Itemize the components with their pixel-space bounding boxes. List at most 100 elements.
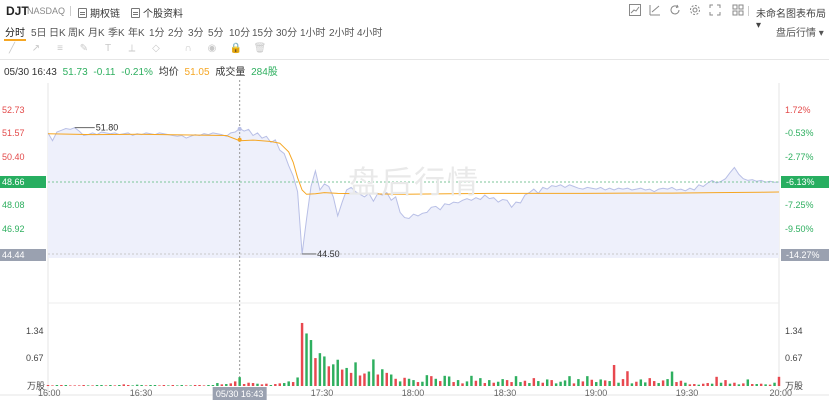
stock-profile-icon <box>131 7 140 18</box>
volume-bar-14 <box>109 385 112 386</box>
trash-icon[interactable]: 🗑 <box>252 42 268 56</box>
volume-bar-146 <box>697 384 700 386</box>
volume-bar-132 <box>635 381 638 386</box>
ray-tool-icon[interactable]: ↗ <box>28 42 44 56</box>
volume-bar-145 <box>693 384 696 386</box>
volume-bar-42 <box>233 381 237 386</box>
time-tick-7: 19:30 <box>676 388 699 398</box>
volume-bar-58 <box>305 333 308 386</box>
volume-bar-161 <box>764 384 767 386</box>
volume-bar-57 <box>300 322 304 386</box>
settings-gear-icon[interactable] <box>688 4 701 17</box>
tab-period-9[interactable]: 3分 <box>188 24 204 39</box>
volume-bar-115 <box>559 381 562 386</box>
line-tool-icon[interactable]: ╱ <box>4 42 20 56</box>
pct-tick-2: -2.77% <box>785 152 814 162</box>
volume-bar-18 <box>127 385 130 386</box>
price-tick-2: 50.40 <box>2 152 25 162</box>
volume-bar-82 <box>412 380 415 386</box>
tab-period-8[interactable]: 2分 <box>168 24 184 39</box>
lock-icon[interactable]: 🔒 <box>228 42 244 56</box>
volume-bar-113 <box>550 380 553 386</box>
volume-bar-158 <box>751 384 754 386</box>
layout-divider <box>748 6 749 16</box>
volume-bar-90 <box>447 376 451 386</box>
tab-period-7[interactable]: 1分 <box>149 24 165 39</box>
crosshair-avg-dot <box>237 137 242 142</box>
layout-name: 未命名图表布局 <box>756 9 826 20</box>
grid-layout-icon[interactable] <box>731 4 744 17</box>
volume-bar-35 <box>202 385 206 386</box>
measure-tool-icon[interactable]: ⟂ <box>124 42 140 56</box>
stock-profile-link[interactable]: 个股资料 <box>131 5 183 20</box>
tab-period-11[interactable]: 10分 <box>229 24 250 39</box>
volume-bar-107 <box>523 380 527 386</box>
volume-bar-104 <box>510 382 513 386</box>
volume-bar-120 <box>581 381 585 386</box>
crosshair-time-label: 05/30 16:43 <box>216 389 264 399</box>
volume-bar-44 <box>242 384 246 386</box>
tab-period-4[interactable]: 月K <box>88 24 105 39</box>
volume-bar-40 <box>225 384 228 386</box>
volume-bar-131 <box>630 383 634 386</box>
tab-period-1[interactable]: 5日 <box>31 24 47 39</box>
volume-bar-128 <box>617 382 620 386</box>
volume-bar-103 <box>505 380 509 386</box>
tab-period-10[interactable]: 5分 <box>208 24 224 39</box>
tab-period-12[interactable]: 15分 <box>252 24 273 39</box>
volume-bar-147 <box>702 383 705 386</box>
fullscreen-icon[interactable] <box>708 4 721 17</box>
drawing-toolbar: ╱ ↗ ≡ ✎ T ⟂ ◇ ∩ ◉ 🔒 🗑 <box>0 42 829 58</box>
volume-bar-108 <box>528 383 531 386</box>
volume-bar-74 <box>376 374 380 386</box>
tab-period-6[interactable]: 年K <box>128 24 145 39</box>
tab-period-2[interactable]: 日K <box>49 24 66 39</box>
chevron-down-icon: ▾ <box>816 28 824 39</box>
shape-tool-icon[interactable]: ◇ <box>148 42 164 56</box>
brush-tool-icon[interactable]: ✎ <box>76 42 92 56</box>
tab-period-16[interactable]: 4小时 <box>357 24 383 39</box>
intraday-chart[interactable]: 52.7351.5750.4049.2448.0846.9245.751.72%… <box>0 75 829 403</box>
volume-bar-134 <box>644 382 647 386</box>
volume-bar-125 <box>603 380 607 386</box>
volume-bar-155 <box>737 384 741 386</box>
text-tool-icon[interactable]: T <box>100 42 116 56</box>
options-chain-link[interactable]: 期权链 <box>78 5 120 20</box>
after-hours-select[interactable]: 盘后行情 ▾ <box>776 24 824 39</box>
volume-bar-97 <box>479 378 482 386</box>
magnet-icon[interactable]: ∩ <box>180 42 196 56</box>
tab-period-15[interactable]: 2小时 <box>329 24 355 39</box>
volume-bar-144 <box>688 384 692 386</box>
candle-chart-icon[interactable] <box>628 4 641 17</box>
volume-bar-95 <box>470 375 473 386</box>
refresh-icon[interactable] <box>668 4 681 17</box>
volume-bar-24 <box>153 385 157 386</box>
eye-icon[interactable]: ◉ <box>204 42 220 56</box>
volume-bar-76 <box>385 372 388 386</box>
volume-bar-59 <box>309 340 313 386</box>
draw-line-icon[interactable] <box>648 4 661 17</box>
top-header: DJT NASDAQ 期权链 个股资料 未命名图表布局 ▾ <box>0 0 829 31</box>
volume-bar-153 <box>728 383 732 386</box>
stock-symbol: DJT <box>6 4 29 18</box>
volume-bar-151 <box>719 382 723 386</box>
volume-bar-101 <box>496 381 500 386</box>
volume-tick-right-1: 0.67 <box>785 353 803 363</box>
time-tick-0: 16:00 <box>38 388 61 398</box>
current-price-label: 48.66 <box>2 177 25 187</box>
tab-period-14[interactable]: 1小时 <box>300 24 326 39</box>
volume-bar-6 <box>73 385 76 386</box>
volume-bar-110 <box>537 381 540 386</box>
volume-bar-138 <box>661 380 665 386</box>
active-tab-underline <box>4 39 26 41</box>
tab-period-13[interactable]: 30分 <box>276 24 297 39</box>
after-hours-watermark: 盘后行情 <box>348 165 480 201</box>
channel-tool-icon[interactable]: ≡ <box>52 42 68 56</box>
tab-period-3[interactable]: 周K <box>68 24 85 39</box>
volume-bar-137 <box>657 383 660 386</box>
tab-period-0[interactable]: 分时 <box>5 24 25 39</box>
volume-bar-25 <box>158 385 161 386</box>
volume-bar-8 <box>82 385 85 386</box>
low-marker-label: 44.50 <box>317 249 340 259</box>
tab-period-5[interactable]: 季K <box>108 24 125 39</box>
